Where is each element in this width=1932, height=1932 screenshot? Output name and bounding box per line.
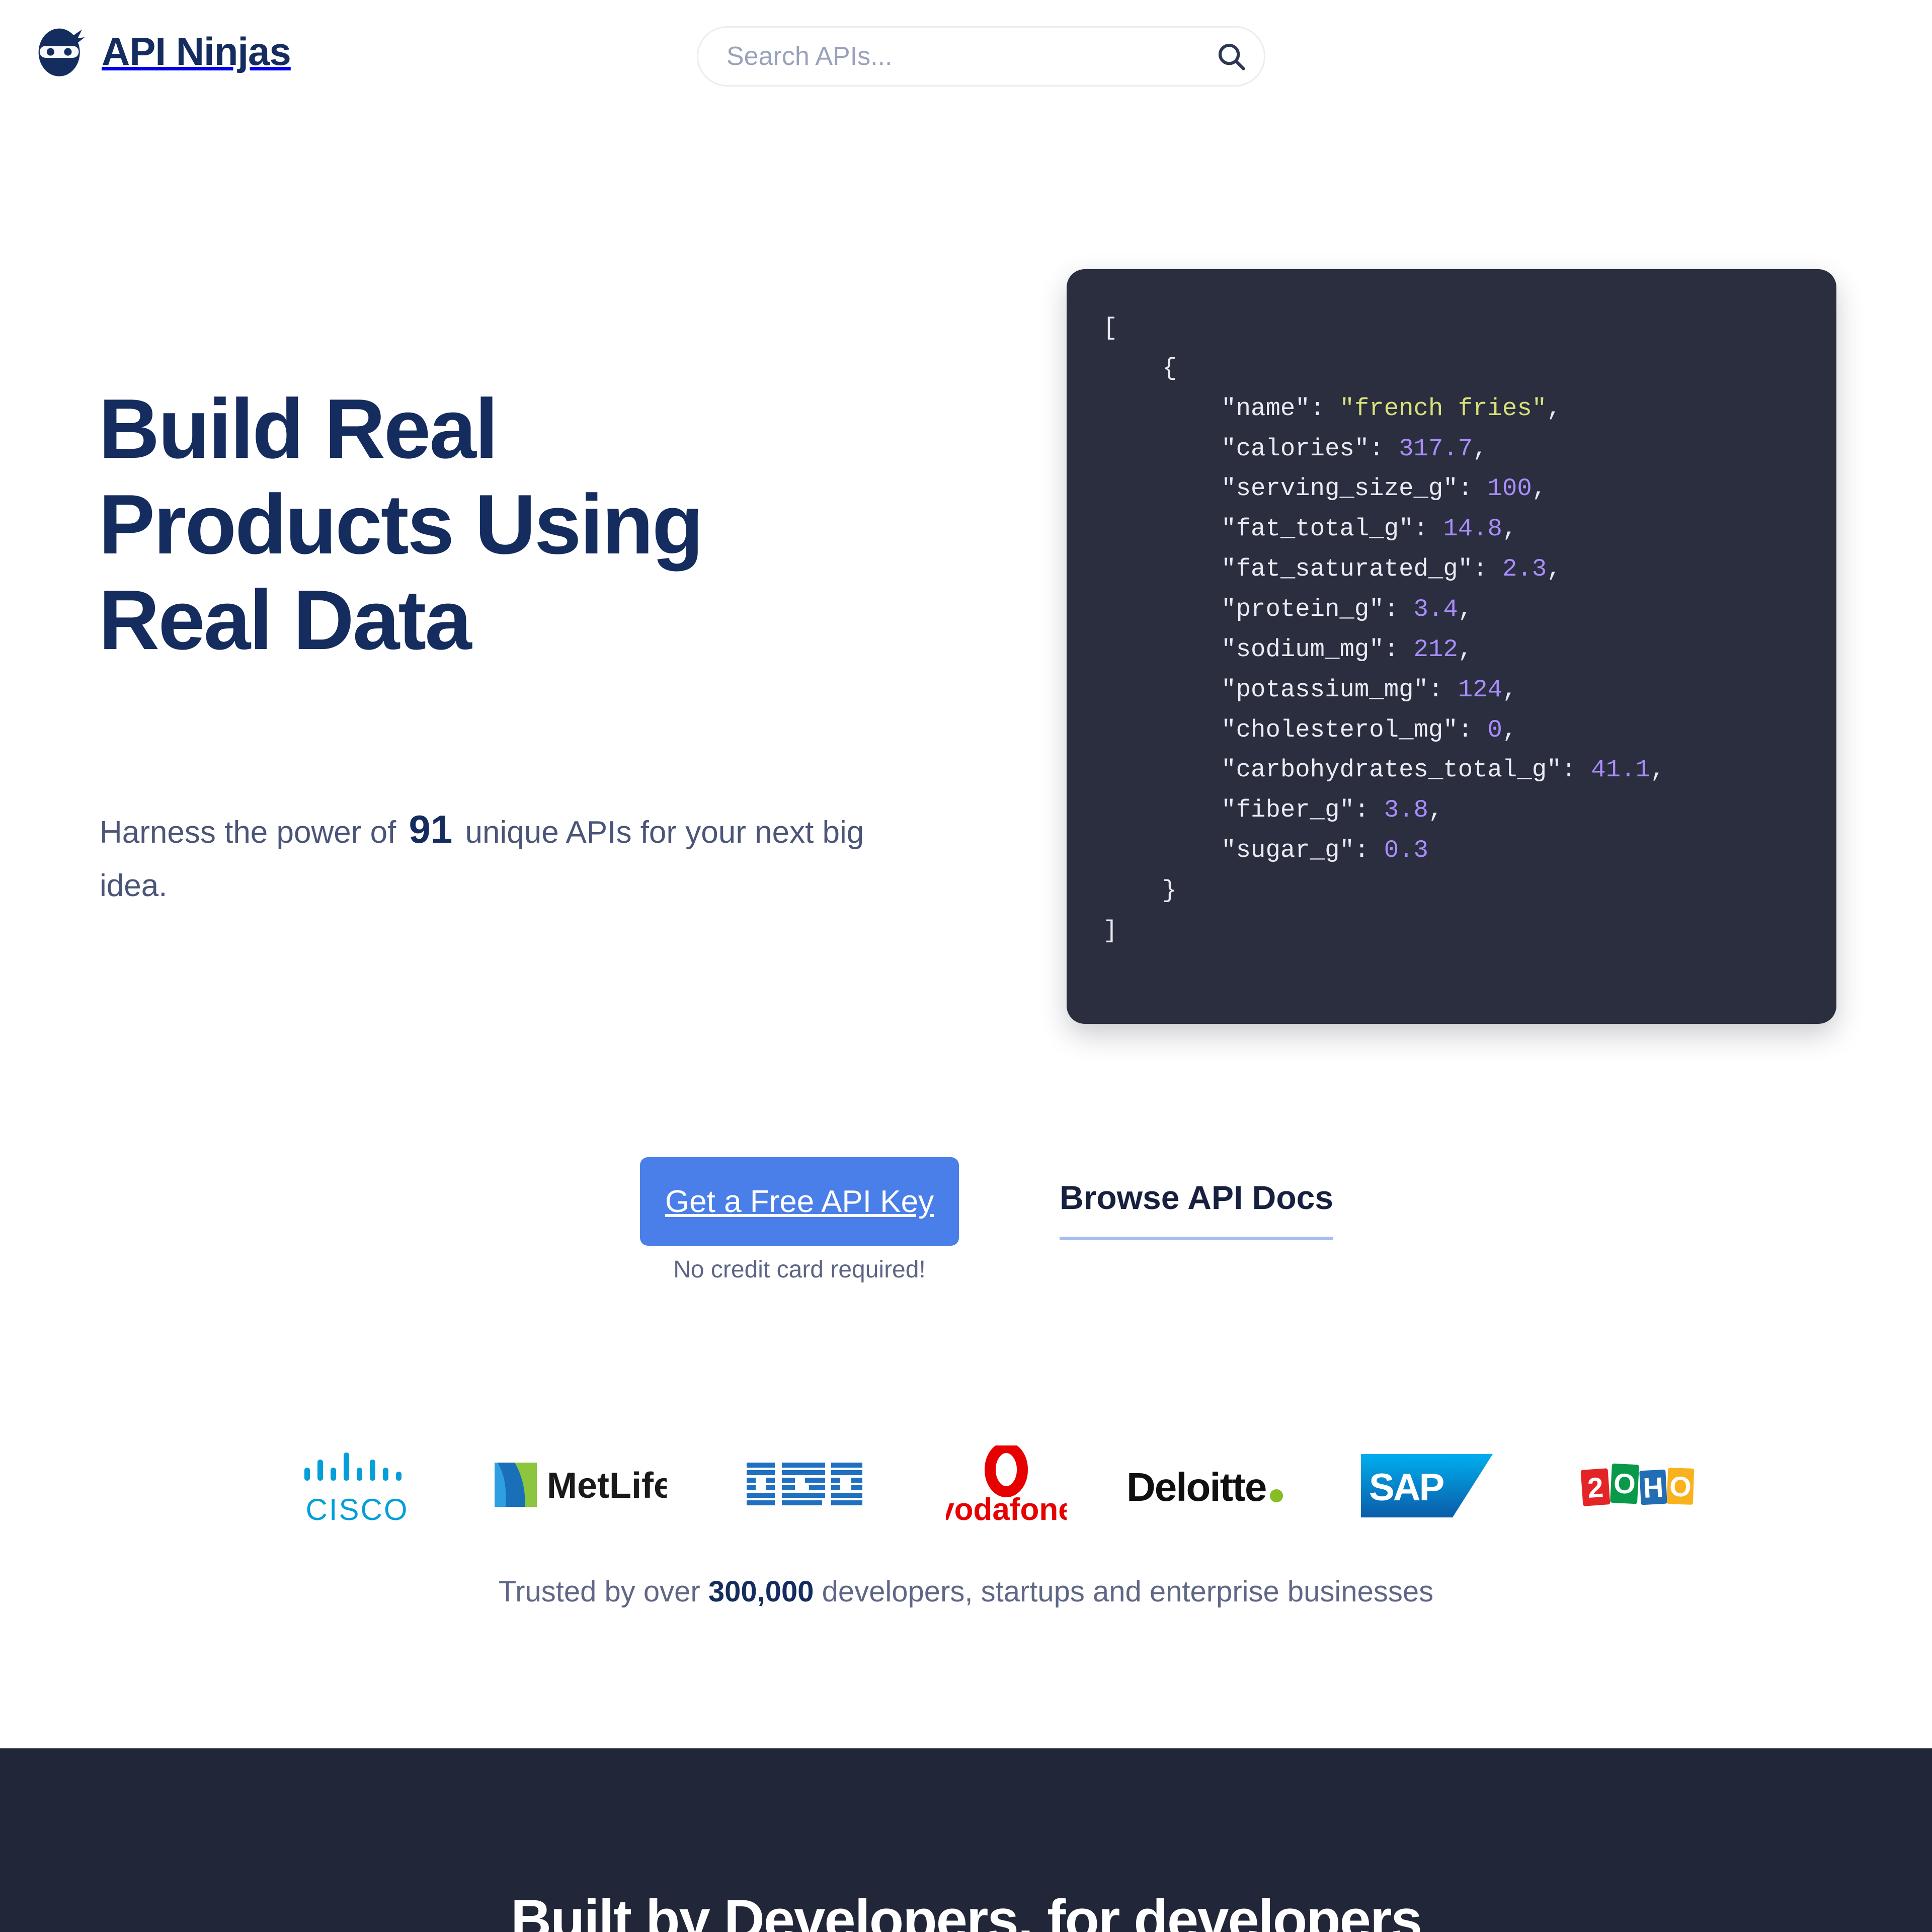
top-navbar: API Ninjas APIs Examples Pricing Sign Up…: [0, 0, 1932, 121]
brand-logo-link[interactable]: API Ninjas: [34, 24, 291, 78]
page-title: Build Real Products Using Real Data: [99, 381, 964, 668]
logo-ibm: [714, 1429, 896, 1545]
hero-heading-line-3: Real Data: [99, 572, 472, 667]
trusted-count: 300,000: [708, 1575, 814, 1608]
svg-text:Deloitte: Deloitte: [1126, 1465, 1266, 1509]
ninja-head-icon: [38, 28, 85, 76]
no-credit-card-note: No credit card required!: [673, 1256, 926, 1283]
logo-cisco: CISCO: [272, 1429, 443, 1545]
hero-subtitle: Harness the power of 91 unique APIs for …: [100, 797, 915, 912]
vodafone-logo-icon: vodafone: [946, 1445, 1067, 1527]
svg-text:O: O: [1669, 1470, 1692, 1502]
logo-vodafone: vodafone: [921, 1429, 1092, 1545]
search-input[interactable]: [698, 41, 1198, 71]
search-icon: [1218, 43, 1245, 70]
metlife-logo-icon: MetLife: [495, 1463, 667, 1507]
logo-sap: SAP: [1333, 1429, 1524, 1545]
json-code-sample: [ { "name": "french fries", "calories": …: [1103, 314, 1665, 945]
svg-text:O: O: [1613, 1467, 1637, 1500]
zoho-logo-icon: 2 O H O: [1580, 1463, 1695, 1506]
svg-text:CISCO: CISCO: [305, 1493, 409, 1526]
hero-heading-line-2: Products Using: [99, 476, 703, 572]
logo-deloitte: Deloitte: [1107, 1429, 1308, 1545]
dark-section-heading: Built by Developers, for developers: [511, 1888, 1422, 1932]
hero-subtitle-before: Harness the power of: [100, 815, 396, 850]
svg-text:2: 2: [1586, 1471, 1604, 1504]
landing-page: API Ninjas APIs Examples Pricing Sign Up…: [0, 0, 1932, 1932]
browse-api-docs-link[interactable]: Browse API Docs: [1060, 1178, 1334, 1240]
ibm-logo-icon: [747, 1463, 862, 1505]
svg-text:SAP: SAP: [1369, 1466, 1444, 1509]
api-count: 91: [409, 807, 453, 851]
get-free-api-key-button[interactable]: Get a Free API Key: [640, 1157, 959, 1246]
logo-metlife: MetLife: [473, 1429, 684, 1545]
trusted-before: Trusted by over: [498, 1575, 700, 1608]
deloitte-logo-icon: Deloitte: [1126, 1465, 1283, 1509]
brand-name: API Ninjas: [102, 29, 291, 73]
svg-text:H: H: [1642, 1471, 1664, 1504]
svg-text:MetLife: MetLife: [547, 1466, 667, 1506]
search-submit-button[interactable]: [1198, 28, 1264, 85]
dark-section: Built by Developers, for developers: [0, 1748, 1932, 1932]
api-response-code-card: [ { "name": "french fries", "calories": …: [1067, 269, 1836, 1024]
logo-zoho: 2 O H O: [1555, 1429, 1721, 1545]
customer-logos-strip: CISCO MetLife odafon Deloitte SAP 2 O H …: [0, 1429, 1932, 1545]
sap-logo-icon: SAP: [1361, 1454, 1493, 1517]
trusted-after: developers, startups and enterprise busi…: [822, 1575, 1434, 1608]
cisco-logo-icon: CISCO: [304, 1452, 409, 1526]
search-bar[interactable]: [697, 26, 1265, 87]
hero-heading-line-1: Build Real: [99, 381, 498, 476]
trusted-by-text: Trusted by over 300,000 developers, star…: [0, 1575, 1932, 1608]
svg-text:vodafone: vodafone: [946, 1492, 1067, 1527]
